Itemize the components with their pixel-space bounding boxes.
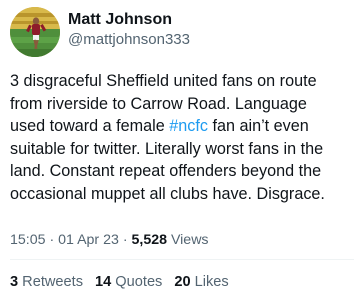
tweet-time[interactable]: 15:05 [10,232,46,248]
tweet-text: 3 disgraceful Sheffield united fans on r… [10,70,346,206]
quotes-count: 14 [95,274,112,290]
quotes-stat[interactable]: 14 Quotes [95,274,162,290]
retweets-count: 3 [10,274,19,290]
author-handle[interactable]: @mattjohnson333 [68,30,190,50]
author-display-name[interactable]: Matt Johnson [68,10,190,30]
divider [10,259,354,260]
views-count: 5,528 [131,232,167,248]
meta-separator: · [45,232,59,248]
tweet-header: Matt Johnson @mattjohnson333 [10,7,344,59]
tweet-card: Matt Johnson @mattjohnson333 3 disgracef… [0,0,354,300]
avatar[interactable] [10,7,60,57]
views-label: Views [167,232,209,248]
quotes-label: Quotes [111,274,163,290]
likes-count: 20 [174,274,191,290]
engagement-stats: 3 Retweets 14 Quotes 20 Likes [10,273,229,291]
author-names: Matt Johnson @mattjohnson333 [68,10,190,50]
tweet-date[interactable]: 01 Apr 23 [58,232,119,248]
profile-photo-icon [10,7,60,57]
likes-stat[interactable]: 20 Likes [174,274,228,290]
retweets-stat[interactable]: 3 Retweets [10,274,83,290]
hashtag-link[interactable]: #ncfc [169,117,208,135]
meta-separator: · [118,232,132,248]
tweet-meta: 15:05 · 01 Apr 23 · 5,528 Views [10,231,209,249]
retweets-label: Retweets [18,274,84,290]
likes-label: Likes [190,274,229,290]
